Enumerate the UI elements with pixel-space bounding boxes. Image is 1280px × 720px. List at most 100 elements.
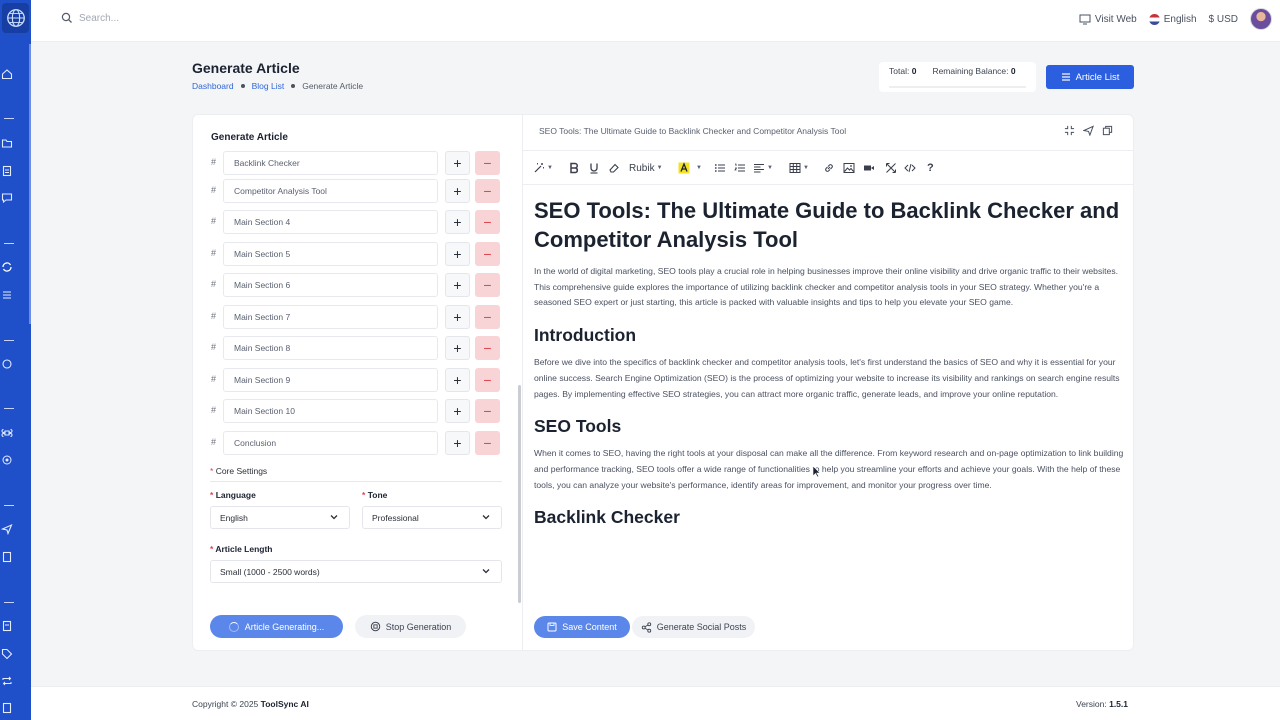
table-button[interactable]: ▼ (789, 160, 809, 176)
remove-section-button[interactable]: − (475, 242, 500, 266)
image-button[interactable] (843, 160, 855, 176)
article-generating-button[interactable]: Article Generating... (210, 615, 343, 638)
section-input[interactable]: Backlink Checker (223, 151, 438, 175)
remove-section-button[interactable]: − (475, 368, 500, 392)
file-icon[interactable] (0, 550, 14, 564)
add-section-button[interactable]: + (445, 210, 470, 234)
hash-label: # (211, 279, 217, 289)
message-icon[interactable] (0, 191, 14, 205)
article-length-select[interactable]: Small (1000 - 2500 words) (210, 560, 502, 583)
bold-button[interactable] (568, 160, 580, 176)
home-icon[interactable] (0, 67, 14, 81)
document-icon[interactable] (0, 164, 14, 178)
section-input[interactable]: Main Section 7 (223, 305, 438, 329)
add-section-button[interactable]: + (445, 399, 470, 423)
fullscreen-icon[interactable] (1064, 125, 1075, 136)
repeat-icon[interactable] (0, 674, 14, 688)
command-icon[interactable] (0, 426, 14, 440)
sidebar-scrollbar[interactable] (29, 44, 31, 324)
send-icon[interactable] (1083, 125, 1094, 136)
eraser-icon (609, 163, 619, 173)
avatar[interactable] (1250, 8, 1272, 30)
sidebar-divider (4, 340, 14, 341)
balance-bar (889, 86, 1026, 88)
breadcrumb-dashboard[interactable]: Dashboard (192, 81, 234, 91)
text-color-button[interactable]: ▼ (678, 160, 702, 176)
underline-button[interactable] (588, 160, 600, 176)
add-section-button[interactable]: + (445, 305, 470, 329)
remove-section-button[interactable]: − (475, 210, 500, 234)
settings-icon[interactable] (0, 701, 14, 715)
currency-selector[interactable]: $ USD (1209, 14, 1238, 25)
breadcrumb-blog-list[interactable]: Blog List (252, 81, 285, 91)
us-flag-icon (1148, 13, 1160, 25)
chat-icon[interactable] (0, 357, 14, 371)
visit-web-link[interactable]: Visit Web (1079, 13, 1137, 25)
language-selector[interactable]: English (1148, 13, 1197, 25)
numbered-list-button[interactable] (734, 160, 746, 176)
link-button[interactable] (823, 160, 835, 176)
add-section-button[interactable]: + (445, 368, 470, 392)
search-input[interactable]: Search... (79, 13, 119, 24)
add-section-button[interactable]: + (445, 242, 470, 266)
sidebar-divider (4, 602, 14, 603)
save-label: Save Content (562, 622, 617, 632)
caret-down-icon: ▼ (656, 165, 663, 171)
tone-select[interactable]: Professional (362, 506, 502, 529)
help-button[interactable]: ? (927, 160, 934, 176)
remove-section-button[interactable]: − (475, 151, 500, 175)
generate-social-posts-button[interactable]: Generate Social Posts (632, 616, 755, 638)
hash-label: # (211, 311, 217, 321)
remove-section-button[interactable]: − (475, 336, 500, 360)
section-input[interactable]: Main Section 6 (223, 273, 438, 297)
folder-icon[interactable] (0, 136, 14, 150)
link-icon (825, 164, 833, 172)
code-view-button[interactable] (904, 160, 916, 176)
stop-generation-button[interactable]: Stop Generation (355, 615, 466, 638)
remove-section-button[interactable]: − (475, 399, 500, 423)
add-section-button[interactable]: + (445, 273, 470, 297)
panel-title: Generate Article (211, 132, 288, 143)
copy-icon[interactable] (1102, 125, 1113, 136)
sync-icon[interactable] (0, 260, 14, 274)
tone-value: Professional (372, 513, 419, 523)
align-button[interactable]: ▼ (753, 160, 773, 176)
add-section-button[interactable]: + (445, 336, 470, 360)
section-input[interactable]: Main Section 5 (223, 242, 438, 266)
hash-label: # (211, 185, 217, 195)
remove-section-button[interactable]: − (475, 305, 500, 329)
target-icon[interactable] (0, 453, 14, 467)
add-section-button[interactable]: + (445, 151, 470, 175)
section-input[interactable]: Main Section 10 (223, 399, 438, 423)
eraser-button[interactable] (608, 160, 620, 176)
search-box[interactable]: Search... (61, 12, 119, 24)
section-input[interactable]: Main Section 9 (223, 368, 438, 392)
remove-section-button[interactable]: − (475, 179, 500, 203)
add-section-button[interactable]: + (445, 431, 470, 455)
remove-section-button[interactable]: − (475, 273, 500, 297)
list-icon[interactable] (0, 288, 14, 302)
tag-icon[interactable] (0, 647, 14, 661)
section-input[interactable]: Main Section 4 (223, 210, 438, 234)
send-icon[interactable] (0, 522, 14, 536)
remove-section-button[interactable]: − (475, 431, 500, 455)
section-input[interactable]: Conclusion (223, 431, 438, 455)
section-row: # Competitor Analysis Tool + − (211, 179, 507, 203)
app-logo[interactable] (2, 3, 29, 33)
language-select[interactable]: English (210, 506, 350, 529)
section-input[interactable]: Main Section 8 (223, 336, 438, 360)
article-list-button[interactable]: Article List (1046, 65, 1134, 89)
font-family-dropdown[interactable]: Rubik ▼ (629, 160, 663, 176)
page-icon[interactable] (0, 619, 14, 633)
top-bar: Search... Visit Web English $ USD (31, 0, 1280, 42)
magic-wand-button[interactable]: ▼ (533, 160, 553, 176)
section-input[interactable]: Competitor Analysis Tool (223, 179, 438, 203)
left-panel-scrollbar[interactable] (518, 385, 521, 603)
article-editor[interactable]: SEO Tools: The Ultimate Guide to Backlin… (534, 196, 1124, 600)
add-section-button[interactable]: + (445, 179, 470, 203)
bullet-list-button[interactable] (714, 160, 726, 176)
fullscreen-toggle-button[interactable] (885, 160, 897, 176)
video-button[interactable] (863, 160, 875, 176)
save-content-button[interactable]: Save Content (534, 616, 630, 638)
section-list: # Backlink Checker + − # Competitor Anal… (193, 151, 523, 456)
